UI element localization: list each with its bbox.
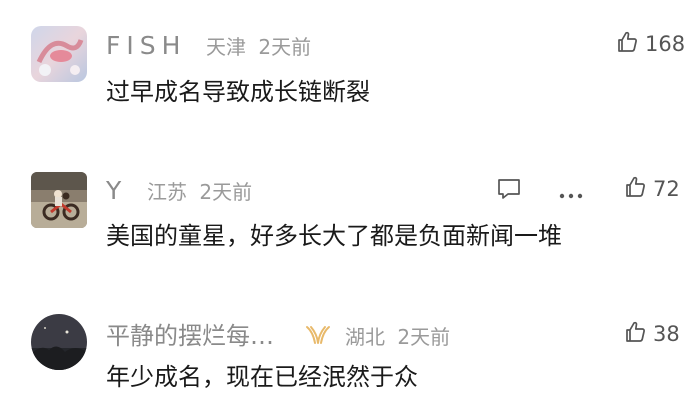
avatar[interactable] [31, 172, 87, 228]
location: 湖北 [345, 325, 385, 349]
like-button[interactable]: 168 [615, 30, 685, 58]
comment-item: FISH 天津 2天前 168 过早成名导致成长链断裂 [0, 0, 700, 125]
comment-text: 过早成名导致成长链断裂 [106, 78, 370, 106]
username[interactable]: FISH [106, 33, 186, 59]
like-count: 168 [645, 32, 686, 56]
comment-item: Y 江苏 2天前 72 美国的童星，好多长大了都是负面新闻一堆 [0, 145, 700, 270]
thumbs-up-icon [623, 320, 647, 348]
avatar[interactable] [31, 314, 87, 370]
like-count: 38 [653, 322, 680, 346]
vip-badge-icon [305, 324, 331, 350]
location: 天津 [206, 35, 246, 59]
comment-bubble-icon[interactable] [497, 178, 521, 204]
username[interactable]: 平静的摆烂每… [106, 323, 274, 349]
username[interactable]: Y [106, 178, 122, 204]
location: 江苏 [147, 180, 187, 204]
more-dots-icon[interactable] [559, 185, 583, 204]
timestamp: 2天前 [258, 35, 312, 59]
comment-item: 平静的摆烂每… 湖北 2天前 38 年少成名，现在已经泯然于众 [0, 290, 700, 407]
avatar[interactable] [31, 26, 87, 82]
comment-meta: 湖北 2天前 [345, 325, 450, 349]
comment-text: 美国的童星，好多长大了都是负面新闻一堆 [106, 222, 562, 250]
timestamp: 2天前 [397, 325, 451, 349]
like-count: 72 [653, 177, 680, 201]
comment-text: 年少成名，现在已经泯然于众 [106, 363, 418, 391]
comment-meta: 江苏 2天前 [147, 180, 252, 204]
thumbs-up-icon [623, 175, 647, 203]
like-button[interactable]: 72 [623, 175, 680, 203]
comment-meta: 天津 2天前 [206, 35, 311, 59]
thumbs-up-icon [615, 30, 639, 58]
timestamp: 2天前 [199, 180, 253, 204]
like-button[interactable]: 38 [623, 320, 680, 348]
